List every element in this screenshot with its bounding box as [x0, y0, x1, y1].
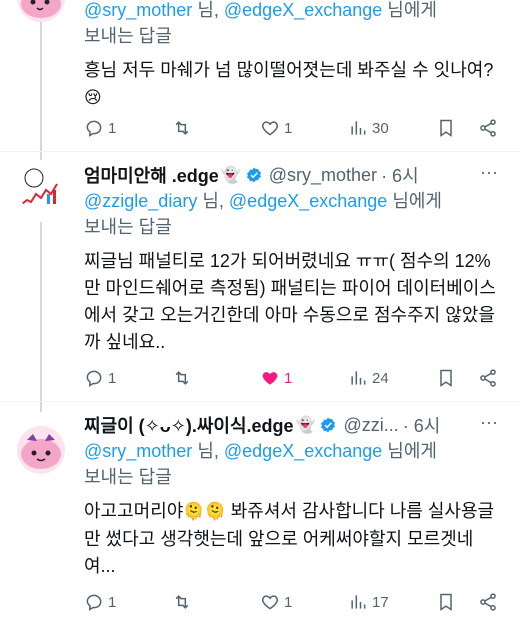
- repost-icon: [175, 121, 189, 135]
- like-count: 1: [284, 369, 293, 387]
- divider: [0, 401, 520, 402]
- repost-button[interactable]: [172, 118, 260, 138]
- reply-icon: [86, 594, 102, 611]
- heart-icon: [261, 595, 279, 610]
- reply-user-link[interactable]: @edgeX_exchange: [229, 191, 387, 211]
- post-actions: 1 1 17: [84, 590, 502, 614]
- reply-user-link[interactable]: @zzigle_diary: [84, 191, 197, 211]
- views-icon: [351, 121, 366, 135]
- share-icon: [480, 593, 496, 611]
- post-text-body: 아고고머리야: [84, 501, 184, 521]
- views-icon: [351, 371, 366, 385]
- melting-face-emoji: 🫠🫠: [183, 502, 226, 522]
- reply-to: @zzigle_diary 님, @edgeX_exchange 님에게 보내는…: [84, 188, 502, 240]
- post-time[interactable]: · 6시: [381, 162, 419, 188]
- view-count: 24: [372, 369, 389, 387]
- verified-icon: [321, 417, 336, 433]
- reply-button[interactable]: 1: [84, 368, 172, 388]
- like-count: 1: [284, 119, 293, 137]
- like-button[interactable]: 1: [260, 118, 348, 138]
- heart-icon: [261, 121, 279, 136]
- reply-separator: 님,: [197, 191, 229, 211]
- author-handle[interactable]: @sry_mother: [269, 165, 377, 186]
- reply-suffix: 보내는 답글: [84, 217, 172, 237]
- repost-button[interactable]: [172, 592, 260, 612]
- reply-separator: 님,: [192, 441, 224, 461]
- avatar[interactable]: [17, 164, 65, 212]
- post-text: 아고고머리야🫠🫠 봐쥬셔서 감사합니다 나름 실사용글만 썼다고 생각햇는데 앞…: [84, 498, 502, 580]
- share-icon: [480, 369, 496, 387]
- view-count: 30: [372, 119, 389, 137]
- reply-suffix: 보내는 답글: [84, 26, 172, 46]
- more-icon[interactable]: ···: [480, 162, 498, 183]
- bookmark-icon: [440, 593, 452, 611]
- share-button[interactable]: [478, 368, 502, 388]
- post-actions: 1 1 24: [84, 366, 502, 390]
- reply-user-link[interactable]: @sry_mother: [84, 441, 192, 461]
- reply-button[interactable]: 1: [84, 118, 172, 138]
- reply-suffix: 보내는 답글: [84, 467, 172, 487]
- post-header: 찌글이 (✧ᴗ✧).싸이식.edge 👻 @zzi... · 6시: [84, 412, 502, 438]
- view-count: 17: [372, 593, 389, 611]
- post-actions: 1 1 30: [84, 116, 502, 140]
- reply-suffix: 님에게: [387, 191, 442, 211]
- like-count: 1: [284, 593, 293, 611]
- heart-filled-icon: [262, 372, 278, 385]
- reply-count: 1: [108, 369, 117, 387]
- share-button[interactable]: [478, 118, 502, 138]
- post-header: 엄마미안해 .edge 👻 @sry_mother · 6시: [84, 162, 502, 188]
- reply-suffix: 님에게: [382, 0, 437, 20]
- share-button[interactable]: [478, 592, 502, 612]
- reply-suffix: 님에게: [382, 441, 437, 461]
- author-name[interactable]: 찌글이 (✧ᴗ✧).싸이식.edge: [84, 412, 294, 438]
- divider: [0, 151, 520, 152]
- repost-icon: [175, 595, 189, 609]
- reply-to: @sry_mother 님, @edgeX_exchange 님에게 보내는 답…: [84, 0, 502, 49]
- reply-button[interactable]: 1: [84, 592, 172, 612]
- bookmark-icon: [440, 119, 452, 137]
- repost-button[interactable]: [172, 368, 260, 388]
- reply-icon: [86, 370, 102, 387]
- author-name[interactable]: 엄마미안해 .edge: [84, 162, 219, 188]
- post-text: 흥님 저두 마쉐가 넘 많이떨어졋는데 봐주실 수 잇나여? 😢: [84, 57, 502, 112]
- post-3[interactable]: 찌글이 (✧ᴗ✧).싸이식.edge 👻 @zzi... · 6시 ··· @s…: [0, 412, 520, 617]
- more-icon[interactable]: ···: [480, 412, 498, 433]
- bookmark-button[interactable]: [436, 368, 478, 388]
- views-button[interactable]: 30: [348, 118, 436, 138]
- avatar[interactable]: [17, 0, 65, 22]
- bookmark-button[interactable]: [436, 592, 478, 612]
- ghost-icon: 👻: [295, 417, 316, 434]
- bookmark-button[interactable]: [436, 118, 478, 138]
- post-text: 찌글님 패널티로 12가 되어버렸네요 ㅠㅠ( 점수의 12%만 마인드쉐어로 …: [84, 251, 496, 352]
- bookmark-icon: [440, 369, 452, 387]
- reply-user-link[interactable]: @edgeX_exchange: [224, 441, 382, 461]
- like-button[interactable]: 1: [260, 592, 348, 612]
- reply-user-link[interactable]: @edgeX_exchange: [224, 0, 382, 20]
- reply-separator: 님,: [192, 0, 224, 20]
- like-button[interactable]: 1: [260, 368, 348, 388]
- crying-emoji: 😢: [84, 88, 102, 108]
- repost-icon: [175, 371, 189, 385]
- views-button[interactable]: 24: [348, 368, 436, 388]
- post-time[interactable]: · 6시: [403, 412, 441, 438]
- reply-icon: [86, 120, 102, 137]
- post-text-body: 흥님 저두 마쉐가 넘 많이떨어졋는데 봐주실 수 잇나여?: [84, 60, 494, 80]
- avatar[interactable]: [17, 426, 65, 474]
- reply-count: 1: [108, 593, 117, 611]
- reply-user-link[interactable]: @sry_mother: [84, 0, 192, 20]
- views-button[interactable]: 17: [348, 592, 436, 612]
- reply-to: @sry_mother 님, @edgeX_exchange 님에게 보내는 답…: [84, 438, 502, 490]
- reply-count: 1: [108, 119, 117, 137]
- views-icon: [351, 595, 366, 609]
- author-handle[interactable]: @zzi...: [343, 415, 398, 436]
- verified-icon: [246, 167, 261, 183]
- ghost-icon: 👻: [220, 167, 241, 184]
- share-icon: [480, 119, 496, 137]
